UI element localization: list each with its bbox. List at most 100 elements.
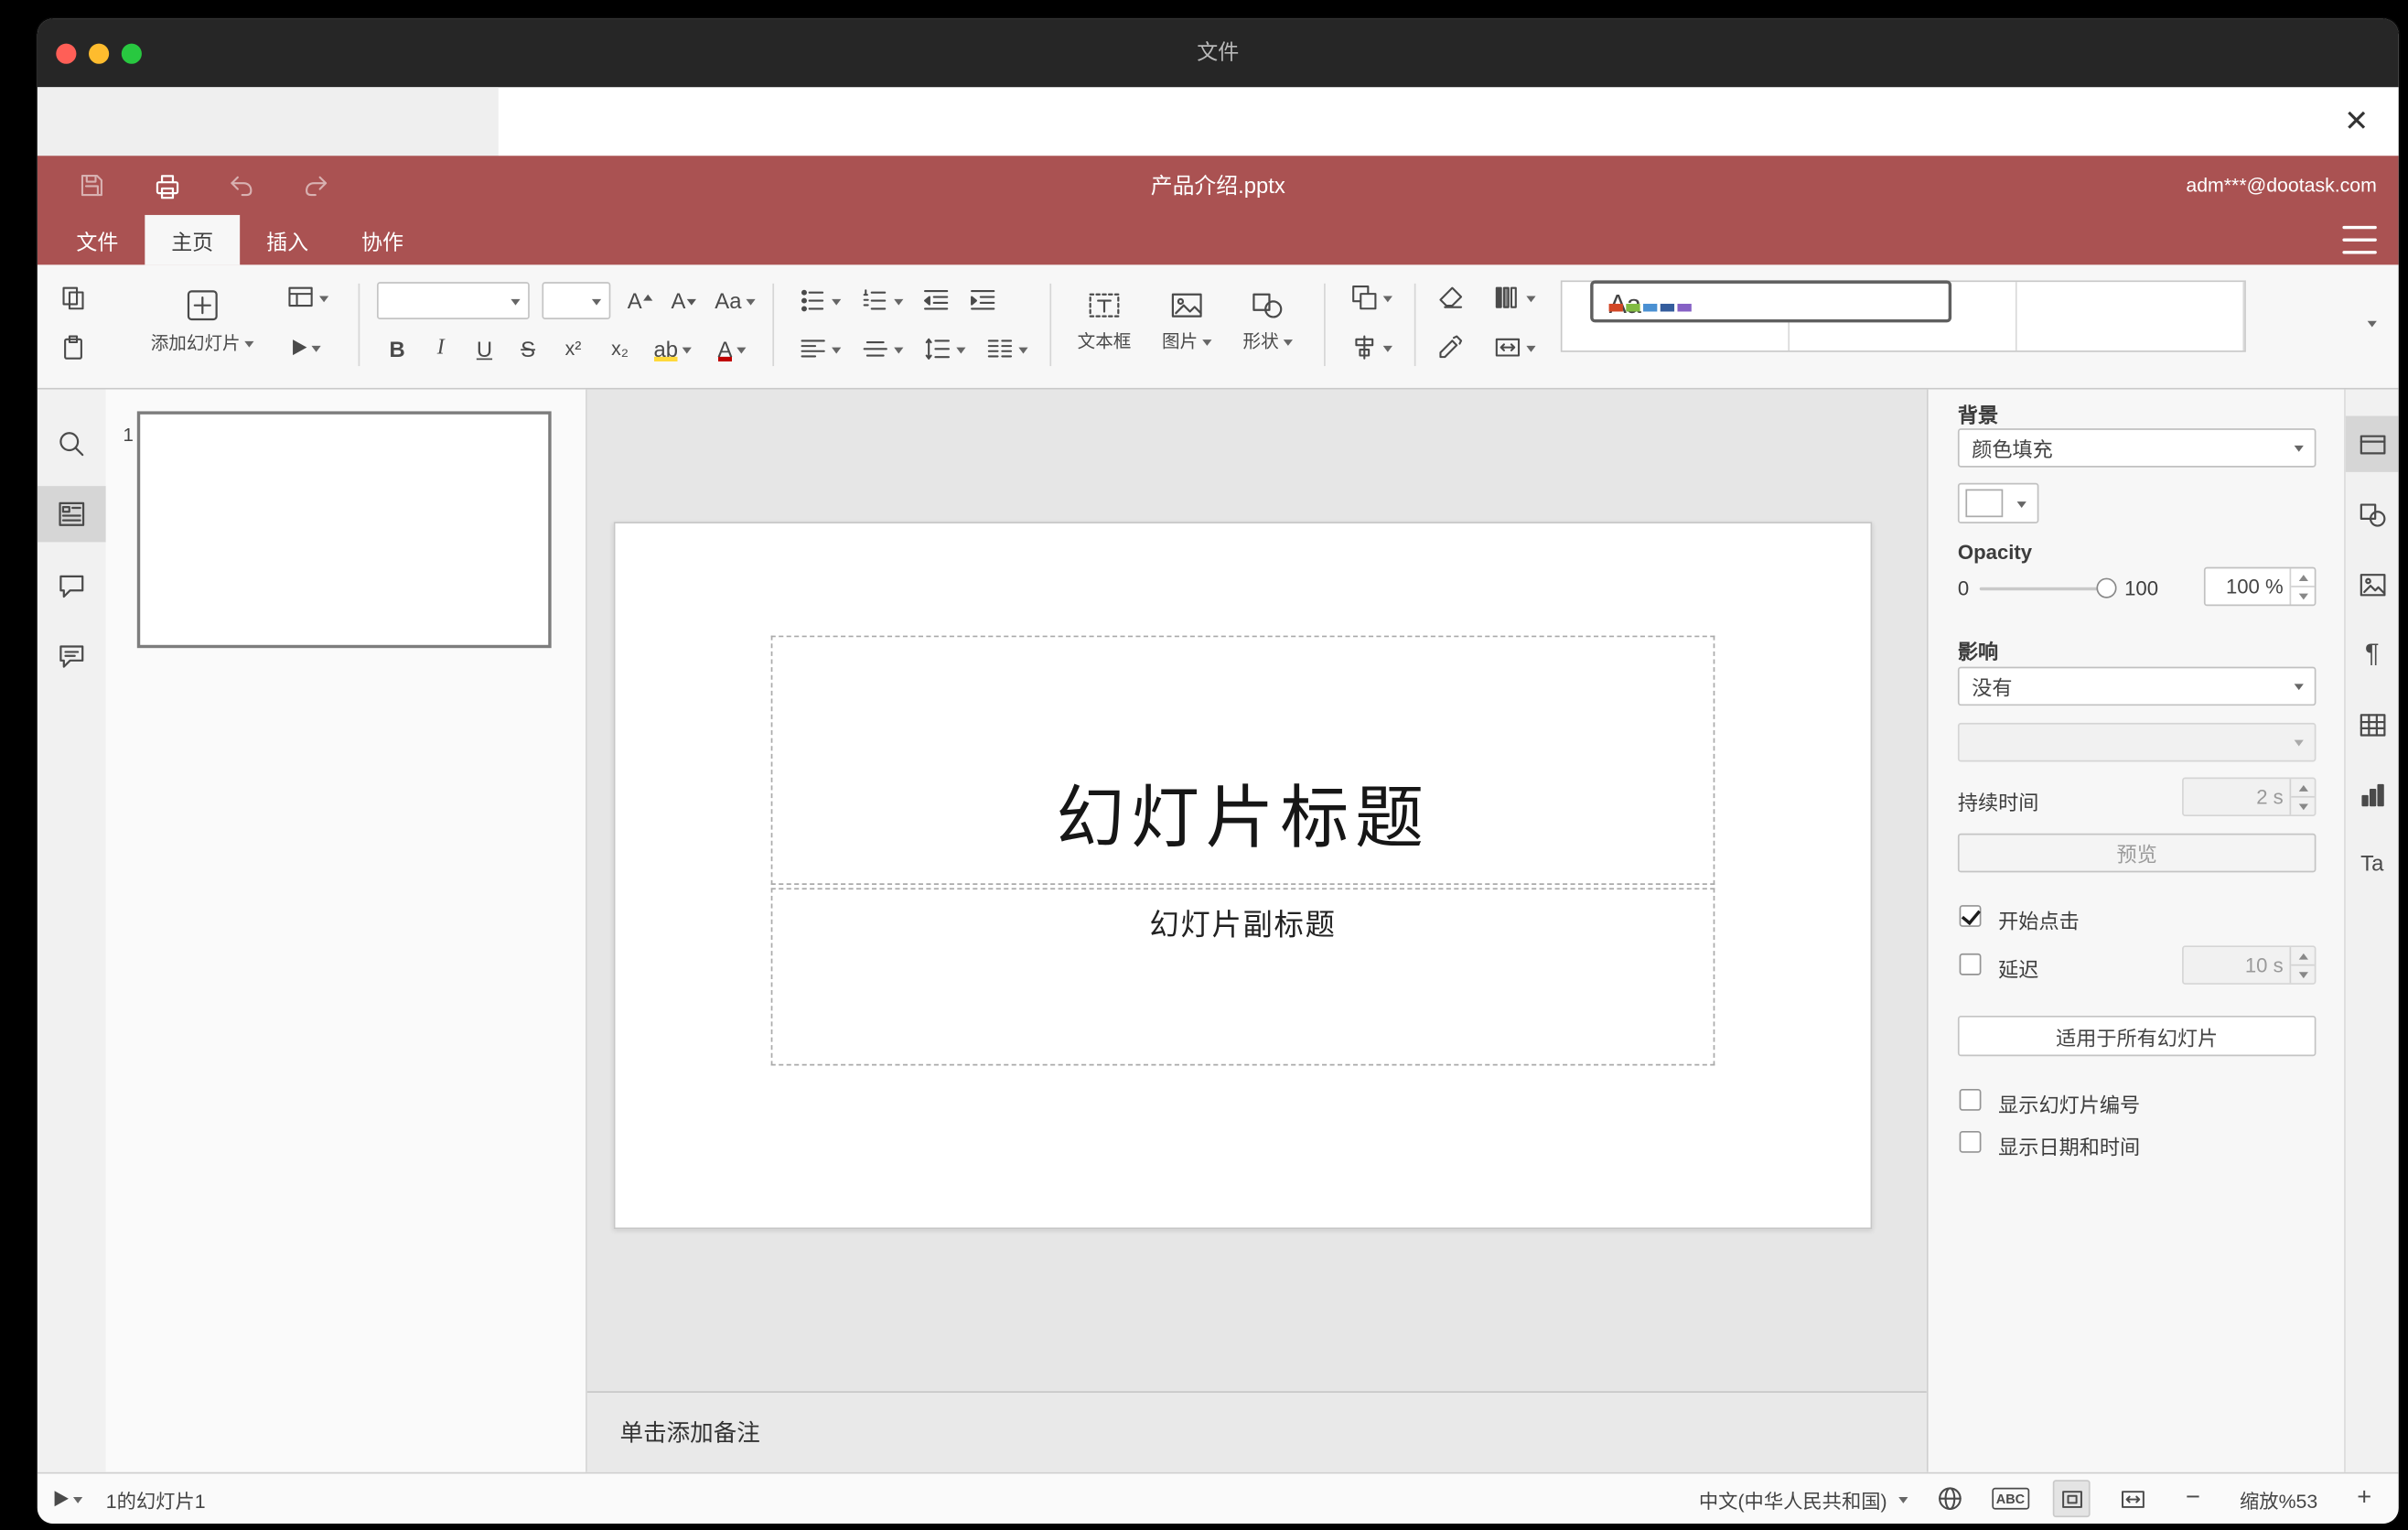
delay-label: 延迟 [1998,957,2039,982]
increase-indent-button[interactable] [962,280,1003,320]
slide-settings-button[interactable] [2345,415,2399,472]
chat-button[interactable] [38,628,106,684]
globe-icon [1938,1487,1962,1511]
subtitle-placeholder[interactable]: 幻灯片副标题 [770,888,1715,1066]
slide-layout-icon [287,286,312,307]
slide-layout-button[interactable] [277,277,337,318]
horizontal-align-button[interactable] [791,329,847,369]
start-on-click-checkbox[interactable] [1959,905,1982,927]
app-window: 文件 ✕ 产品介绍.pptx adm***@dootask.com 文件 主页 … [37,18,2399,1524]
fit-width-button[interactable] [2113,1480,2151,1517]
document-language-button[interactable] [1930,1480,1968,1517]
language-selector[interactable]: 中文(中华人民共和国) [1699,1480,1908,1517]
search-button[interactable] [38,416,106,472]
comments-button[interactable] [38,557,106,613]
arrange-shape-button[interactable] [1339,277,1402,318]
insert-image-button[interactable]: 图片 [1149,271,1224,371]
print-button[interactable] [144,164,190,208]
highlight-color-button[interactable]: ab [645,329,701,369]
start-slideshow-status-button[interactable] [49,1480,87,1517]
title-placeholder[interactable]: 幻灯片标题 [770,635,1715,885]
shape-settings-button[interactable] [2346,486,2399,542]
show-slide-number-checkbox[interactable] [1959,1088,1982,1111]
tab-insert[interactable]: 插入 [240,215,335,264]
tab-file[interactable]: 文件 [49,215,145,264]
italic-button[interactable]: I [421,329,461,369]
textart-settings-icon: Ta [2360,850,2384,876]
spellcheck-button[interactable]: ABC [1991,1480,2030,1517]
opacity-stepper[interactable] [2289,568,2315,605]
insert-shape-button[interactable]: 形状 [1231,271,1306,371]
columns-button[interactable] [978,329,1034,369]
theme-gallery-expand-button[interactable] [2352,302,2392,342]
opacity-slider-track[interactable] [1979,587,2108,591]
add-slide-button[interactable]: 添加幻灯片 [134,271,271,371]
fill-color-picker[interactable] [1957,482,2039,524]
bullets-button[interactable] [791,280,847,320]
apply-to-all-button[interactable]: 适用于所有幻灯片 [1957,1015,2317,1057]
numbering-button[interactable] [854,280,909,320]
decrease-font-button[interactable]: A [663,280,704,320]
vertical-align-button[interactable] [854,329,909,369]
theme-option-selected[interactable]: Aa [1590,280,1952,323]
image-settings-button[interactable] [2346,556,2399,612]
slides-panel-button[interactable] [37,486,106,543]
menu-icon[interactable] [2342,225,2377,254]
save-button[interactable] [69,164,115,208]
line-spacing-button[interactable] [916,329,972,369]
fit-slide-button[interactable] [2052,1480,2091,1518]
color-scheme-button[interactable] [1483,277,1545,318]
macos-titlebar: 文件 [37,18,2399,88]
increase-font-button[interactable]: A [620,280,661,320]
superscript-button[interactable]: x² [552,329,596,369]
paragraph-settings-button[interactable]: ¶ [2346,626,2399,682]
save-icon [81,175,102,197]
textbox-icon [1089,292,1120,317]
zoom-out-button[interactable]: − [2175,1480,2212,1517]
redo-button[interactable] [293,164,339,208]
opacity-slider-knob[interactable] [2096,577,2117,598]
align-left-icon [800,339,824,358]
background-fill-select[interactable]: 颜色填充 [1957,428,2317,468]
delay-input: 10 s [2182,945,2317,985]
paste-button[interactable] [53,328,93,368]
slide-canvas[interactable]: 幻灯片标题 幻灯片副标题 [613,522,1873,1230]
opacity-input[interactable]: 100 % [2203,566,2317,607]
slide-thumbnail-1[interactable] [136,411,552,649]
notes-area[interactable]: 单击添加备注 [586,1391,1927,1472]
subscript-button[interactable]: x₂ [598,329,642,369]
copy-style-button[interactable] [1430,328,1470,368]
tab-home[interactable]: 主页 [145,214,241,265]
copy-button[interactable] [53,277,93,318]
align-shape-button[interactable] [1339,328,1402,368]
editor-header: 产品介绍.pptx adm***@dootask.com 文件 主页 插入 协作 [37,156,2399,265]
chart-settings-button[interactable] [2346,767,2399,823]
insert-textbox-button[interactable]: 文本框 [1065,271,1143,371]
theme-option-3[interactable] [2017,282,2245,351]
bold-button[interactable]: B [377,329,417,369]
zoom-in-button[interactable]: + [2346,1480,2383,1517]
eraser-icon [1439,286,1463,308]
textart-settings-button[interactable]: Ta [2346,835,2399,890]
underline-button[interactable]: U [464,329,504,369]
close-icon[interactable]: ✕ [2333,98,2380,145]
delay-checkbox[interactable] [1959,953,1982,975]
start-slideshow-button[interactable] [277,328,337,368]
table-settings-button[interactable] [2346,696,2399,752]
strikethrough-button[interactable]: S [508,329,548,369]
decrease-indent-button[interactable] [916,280,956,320]
font-name-input[interactable] [376,282,530,319]
account-email: adm***@dootask.com [2186,174,2377,197]
font-color-button[interactable]: A [704,329,759,369]
effect-select[interactable]: 没有 [1957,666,2317,706]
decrease-indent-icon [923,290,949,310]
change-case-button[interactable]: Aa [707,280,763,320]
font-size-input[interactable] [542,282,611,319]
clear-style-button[interactable] [1430,277,1470,318]
image-icon [1171,292,1202,317]
undo-button[interactable] [218,164,264,208]
show-datetime-checkbox[interactable] [1959,1130,1982,1153]
slide-size-button[interactable] [1483,328,1545,368]
redo-icon [306,176,328,197]
tab-collaboration[interactable]: 协作 [335,215,430,264]
